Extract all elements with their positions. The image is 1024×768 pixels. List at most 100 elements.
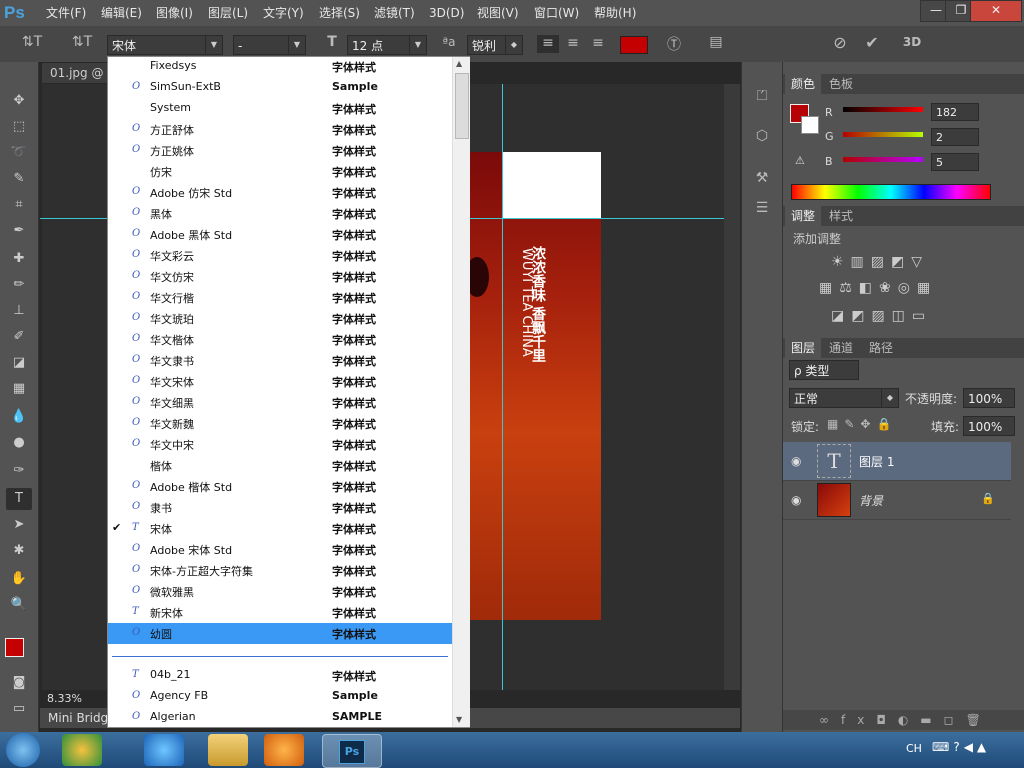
layers-panel-footer-icons[interactable]: ∞fx◘◐▬◻🗑 xyxy=(783,710,1024,730)
font-list-item[interactable]: O 隶书 字体样式 xyxy=(108,497,453,518)
scroll-up-icon[interactable]: ▲ xyxy=(456,59,462,68)
layer-row-text[interactable]: ◉ T 图层 1 xyxy=(783,442,1011,481)
blend-mode-select[interactable]: 正常 ◆ xyxy=(789,388,899,408)
vertical-scrollbar[interactable] xyxy=(724,84,740,690)
align-left-icon[interactable]: ≡ xyxy=(537,35,559,53)
type-tool-icon[interactable]: T xyxy=(6,488,32,510)
healing-tool-icon[interactable]: ✚ xyxy=(6,248,32,270)
menu-window[interactable]: 窗口(W) xyxy=(534,0,579,26)
text-color-swatch[interactable] xyxy=(620,36,648,54)
b-input[interactable]: 5 xyxy=(931,153,979,171)
marquee-tool-icon[interactable]: ⬚ xyxy=(6,116,32,138)
color-bg-swatch[interactable] xyxy=(801,116,819,134)
tab-styles[interactable]: 样式 xyxy=(823,206,859,226)
font-list-item[interactable]: O 华文细黑 字体样式 xyxy=(108,392,453,413)
font-list-item[interactable]: O 华文楷体 字体样式 xyxy=(108,329,453,350)
font-list-item[interactable]: T 新宋体 字体样式 xyxy=(108,602,453,623)
fill-input[interactable]: 100% xyxy=(963,416,1015,436)
font-list-item[interactable]: O 黑体 字体样式 xyxy=(108,203,453,224)
tab-channels[interactable]: 通道 xyxy=(823,338,859,358)
r-slider[interactable] xyxy=(843,107,923,112)
font-list-item[interactable]: O Adobe 黑体 Std 字体样式 xyxy=(108,224,453,245)
quick-select-tool-icon[interactable]: ✎ xyxy=(6,168,32,190)
menu-image[interactable]: 图像(I) xyxy=(156,0,193,26)
adjustment-icons-row2[interactable]: ▦⚖◧❀◎▦ xyxy=(819,280,999,296)
tab-swatches[interactable]: 色板 xyxy=(823,74,859,94)
document-tab[interactable]: 01.jpg @ 8 xyxy=(42,63,112,100)
warp-text-icon[interactable]: Ⓣ xyxy=(662,34,686,54)
scroll-down-icon[interactable]: ▼ xyxy=(456,715,462,724)
font-family-select[interactable]: 宋体 ▼ xyxy=(107,35,223,55)
pen-tool-icon[interactable]: ✑ xyxy=(6,460,32,482)
r-input[interactable]: 182 xyxy=(931,103,979,121)
language-indicator[interactable]: CH xyxy=(906,742,922,755)
tool-presets-icon[interactable]: ⚒ xyxy=(750,170,774,186)
font-list-item[interactable]: O 华文隶书 字体样式 xyxy=(108,350,453,371)
history-brush-tool-icon[interactable]: ✐ xyxy=(6,326,32,348)
antialias-select[interactable]: 锐利 ◆ xyxy=(467,35,523,55)
font-list-item[interactable]: O 宋体-方正超大字符集 字体样式 xyxy=(108,560,453,581)
font-list-item[interactable]: O SimSun-ExtB Sample xyxy=(108,77,453,98)
tab-color[interactable]: 颜色 xyxy=(785,74,822,94)
font-style-select[interactable]: - ▼ xyxy=(233,35,306,55)
foreground-color-swatch[interactable] xyxy=(5,638,24,657)
font-list-item[interactable]: O 华文彩云 字体样式 xyxy=(108,245,453,266)
blur-tool-icon[interactable]: 💧 xyxy=(6,406,32,428)
font-list-scrollbar[interactable]: ▲ ▼ xyxy=(452,57,470,727)
font-family-dropdown[interactable]: Fixedsys 字体样式 O SimSun-ExtB Sample System 字体样式… xyxy=(107,56,470,728)
move-tool-icon[interactable]: ✥ xyxy=(6,90,32,112)
font-list-item[interactable]: O Algerian SAMPLE xyxy=(108,707,453,728)
font-list-item[interactable]: O 华文宋体 字体样式 xyxy=(108,371,453,392)
tray-icons[interactable]: ⌨?◀▲ xyxy=(932,740,990,754)
dodge-tool-icon[interactable]: ● xyxy=(6,432,32,454)
eyedropper-tool-icon[interactable]: ✒ xyxy=(6,220,32,242)
font-size-select[interactable]: 12 点 ▼ xyxy=(347,35,427,55)
font-list-item[interactable]: Fixedsys 字体样式 xyxy=(108,56,453,77)
menu-layer[interactable]: 图层(L) xyxy=(208,0,248,26)
g-slider[interactable] xyxy=(843,132,923,137)
font-list-item[interactable]: ✔ T 宋体 字体样式 xyxy=(108,518,453,539)
lasso-tool-icon[interactable]: ➰ xyxy=(6,142,32,164)
font-list-item[interactable]: O 华文仿宋 字体样式 xyxy=(108,266,453,287)
crop-tool-icon[interactable]: ⌗ xyxy=(6,194,32,216)
brush-tool-icon[interactable]: ✏ xyxy=(6,274,32,296)
visibility-eye-icon[interactable]: ◉ xyxy=(791,493,801,507)
menu-select[interactable]: 选择(S) xyxy=(319,0,360,26)
tab-paths[interactable]: 路径 xyxy=(863,338,899,358)
adjustment-icons-row3[interactable]: ◪◩▨◫▭ xyxy=(831,308,991,324)
adjustment-icons-row1[interactable]: ☀▥▨◩▽ xyxy=(831,254,991,270)
commit-icon[interactable]: ✔ xyxy=(860,33,884,52)
menu-help[interactable]: 帮助(H) xyxy=(594,0,636,26)
shape-tool-icon[interactable]: ✱ xyxy=(6,540,32,562)
layer-row-background[interactable]: ◉ 背景 🔒 xyxy=(783,481,1011,520)
media-player-icon[interactable] xyxy=(264,734,304,766)
photoshop-taskbar-button[interactable]: Ps xyxy=(322,734,382,768)
tab-adjustments[interactable]: 调整 xyxy=(785,206,822,226)
history-icon[interactable]: ⏍ xyxy=(750,88,774,104)
character-panel-icon[interactable]: ▤ xyxy=(704,34,728,50)
3d-icon[interactable]: 3D xyxy=(900,35,924,49)
menu-3d[interactable]: 3D(D) xyxy=(429,0,464,26)
font-list-item[interactable]: O 华文琥珀 字体样式 xyxy=(108,308,453,329)
type-tool-icon[interactable]: ⇅T xyxy=(20,34,44,50)
text-orientation-icon[interactable]: ⇅T xyxy=(70,34,94,50)
menu-type[interactable]: 文字(Y) xyxy=(263,0,304,26)
properties-icon[interactable]: ☰ xyxy=(750,200,774,216)
align-center-icon[interactable]: ≡ xyxy=(562,35,584,51)
menu-view[interactable]: 视图(V) xyxy=(477,0,519,26)
tab-layers[interactable]: 图层 xyxy=(785,338,822,358)
zoom-level[interactable]: 8.33% xyxy=(40,690,107,708)
3d-panel-icon[interactable]: ⬡ xyxy=(750,128,774,144)
font-list-item[interactable]: O Adobe 仿宋 Std 字体样式 xyxy=(108,182,453,203)
vertical-guide[interactable] xyxy=(502,84,503,690)
menu-file[interactable]: 文件(F) xyxy=(46,0,86,26)
hand-tool-icon[interactable]: ✋ xyxy=(6,568,32,590)
font-list-item[interactable]: O 华文行楷 字体样式 xyxy=(108,287,453,308)
font-list-item[interactable]: O Agency FB Sample xyxy=(108,686,453,707)
layer-name[interactable]: 背景 xyxy=(859,492,883,509)
font-list-item[interactable]: 楷体 字体样式 xyxy=(108,455,453,476)
path-select-tool-icon[interactable]: ➤ xyxy=(6,514,32,536)
g-input[interactable]: 2 xyxy=(931,128,979,146)
cancel-icon[interactable]: ⊘ xyxy=(828,33,852,52)
menu-edit[interactable]: 编辑(E) xyxy=(101,0,142,26)
